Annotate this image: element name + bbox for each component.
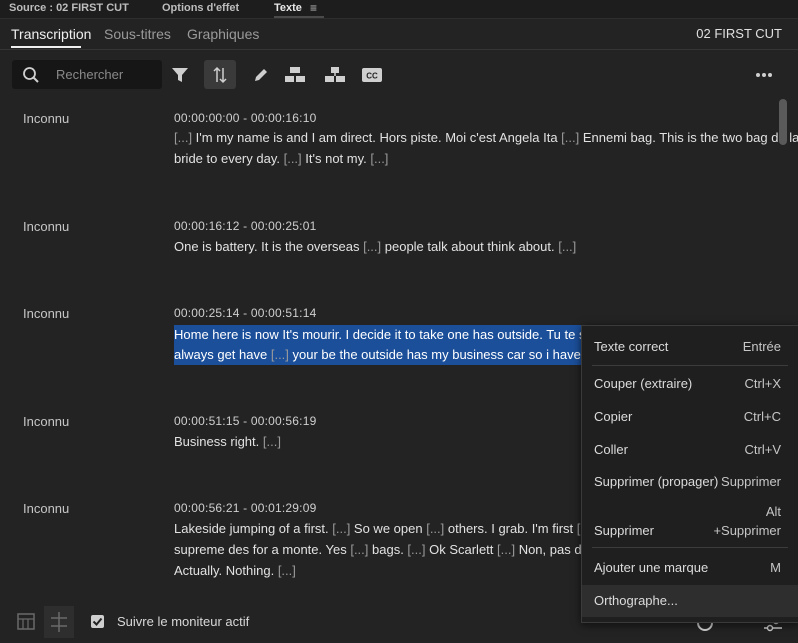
menu-item-label: Supprimer — [594, 523, 654, 538]
search-input[interactable] — [56, 60, 156, 89]
tab-source[interactable]: Source : 02 FIRST CUT — [9, 2, 129, 14]
follow-monitor-checkbox[interactable] — [91, 615, 104, 628]
menu-item-label: Coller — [594, 442, 628, 457]
divider — [0, 49, 798, 50]
menu-separator — [592, 365, 788, 366]
transcript-line[interactable]: Actually. Nothing. [...] — [174, 563, 296, 578]
search-box[interactable] — [12, 60, 162, 89]
checkmark-icon — [92, 617, 103, 626]
context-menu: Texte correct Entrée Couper (extraire) C… — [581, 325, 798, 623]
edit-button[interactable] — [249, 60, 273, 89]
menu-item-add-marker[interactable]: Ajouter une marque M — [582, 552, 798, 584]
transcript-line-selected[interactable]: Home here is now It's mourir. I decide i… — [174, 325, 613, 345]
speaker-label[interactable]: Inconnu — [23, 501, 69, 516]
tab-graphics[interactable]: Graphiques — [187, 26, 259, 42]
split-segment-icon — [51, 612, 67, 632]
menu-item-delete[interactable]: Supprimer Alt +Supprimer — [582, 498, 798, 544]
menu-item-label: Supprimer (propager) — [594, 474, 719, 489]
sync-scroll-button[interactable] — [204, 60, 236, 89]
transcript-line[interactable]: Business right. [...] — [174, 434, 281, 449]
panel-header: Source : 02 FIRST CUT Options d'effet Te… — [0, 0, 798, 19]
menu-item-label: Ajouter une marque — [594, 560, 709, 575]
split-button[interactable] — [322, 60, 348, 89]
export-icon — [17, 613, 35, 630]
transcript-line[interactable]: [...] I'm my name is and I am direct. Ho… — [174, 130, 798, 145]
sequence-name: 02 FIRST CUT — [696, 26, 782, 41]
export-button[interactable] — [16, 611, 38, 633]
transcript-line[interactable]: Lakeside jumping of a first. [...] So we… — [174, 521, 605, 536]
tab-subtitles[interactable]: Sous-titres — [104, 26, 171, 42]
menu-item-paste[interactable]: Coller Ctrl+V — [582, 434, 798, 466]
speaker-label[interactable]: Inconnu — [23, 414, 69, 429]
scrollbar-thumb[interactable] — [779, 99, 787, 145]
menu-item-shortcut: Ctrl+C — [743, 409, 781, 424]
segment-timecode: 00:00:51:15 - 00:00:56:19 — [174, 414, 317, 428]
hamburger-icon[interactable]: ≡ — [310, 1, 317, 15]
transcript-line[interactable]: supreme des for a monte. Yes [...] bags.… — [174, 542, 610, 557]
menu-item-shortcut: M — [770, 560, 781, 575]
more-options-button[interactable] — [750, 60, 778, 89]
merge-button[interactable] — [282, 60, 308, 89]
menu-item-shortcut: Ctrl+V — [744, 442, 781, 457]
menu-item-delete-ripple[interactable]: Supprimer (propager) Supprimer — [582, 466, 798, 498]
menu-item-copy[interactable]: Copier Ctrl+C — [582, 401, 798, 433]
more-icon — [756, 72, 772, 77]
speaker-label[interactable]: Inconnu — [23, 111, 69, 126]
tab-effect-options[interactable]: Options d'effet — [162, 2, 239, 14]
filter-button[interactable] — [167, 60, 193, 89]
segment-timecode: 00:00:16:12 - 00:00:25:01 — [174, 219, 317, 233]
segment-timecode: 00:00:25:14 - 00:00:51:14 — [174, 306, 317, 320]
menu-item-shortcut: +Supprimer — [713, 523, 781, 538]
segment-timecode: 00:00:00:00 - 00:00:16:10 — [174, 111, 317, 125]
menu-item-shortcut: Alt — [765, 504, 781, 519]
subtab-indicator — [11, 46, 81, 48]
menu-item-label: Copier — [594, 409, 633, 424]
tab-text[interactable]: Texte — [274, 2, 302, 14]
transcript-line-selected[interactable]: always get have [...] your be the outsid… — [174, 345, 609, 365]
pencil-icon — [255, 68, 267, 81]
follow-monitor-label: Suivre le moniteur actif — [117, 614, 250, 629]
menu-item-label: Texte correct — [594, 339, 669, 354]
filter-icon — [172, 67, 188, 82]
menu-item-shortcut: Supprimer — [721, 474, 781, 489]
captions-button[interactable]: CC — [360, 60, 384, 89]
transcript-settings-button[interactable] — [44, 606, 74, 638]
transcript-line[interactable]: bride to every day. [...] It's not my. [… — [174, 151, 388, 166]
menu-item-cut[interactable]: Couper (extraire) Ctrl+X — [582, 368, 798, 400]
split-icon — [325, 66, 345, 82]
menu-item-label: Orthographe... — [594, 593, 678, 608]
speaker-label[interactable]: Inconnu — [23, 306, 69, 321]
menu-item-label: Couper (extraire) — [594, 376, 693, 391]
captions-icon: CC — [362, 67, 382, 82]
segment-timecode: 00:00:56:21 - 00:01:29:09 — [174, 501, 317, 515]
svg-text:CC: CC — [366, 71, 378, 80]
transcript-line[interactable]: One is battery. It is the overseas [...]… — [174, 239, 576, 254]
menu-item-shortcut: Ctrl+X — [744, 376, 781, 391]
menu-item-spelling[interactable]: Orthographe... — [582, 585, 798, 617]
menu-item-shortcut: Entrée — [742, 339, 781, 354]
merge-icon — [285, 66, 305, 82]
speaker-label[interactable]: Inconnu — [23, 219, 69, 234]
active-tab-indicator — [274, 16, 324, 18]
sync-icon — [213, 66, 227, 83]
menu-separator — [592, 547, 788, 548]
menu-item-correct-text[interactable]: Texte correct Entrée — [582, 326, 798, 364]
search-icon — [23, 67, 39, 83]
tab-transcription[interactable]: Transcription — [11, 26, 91, 42]
